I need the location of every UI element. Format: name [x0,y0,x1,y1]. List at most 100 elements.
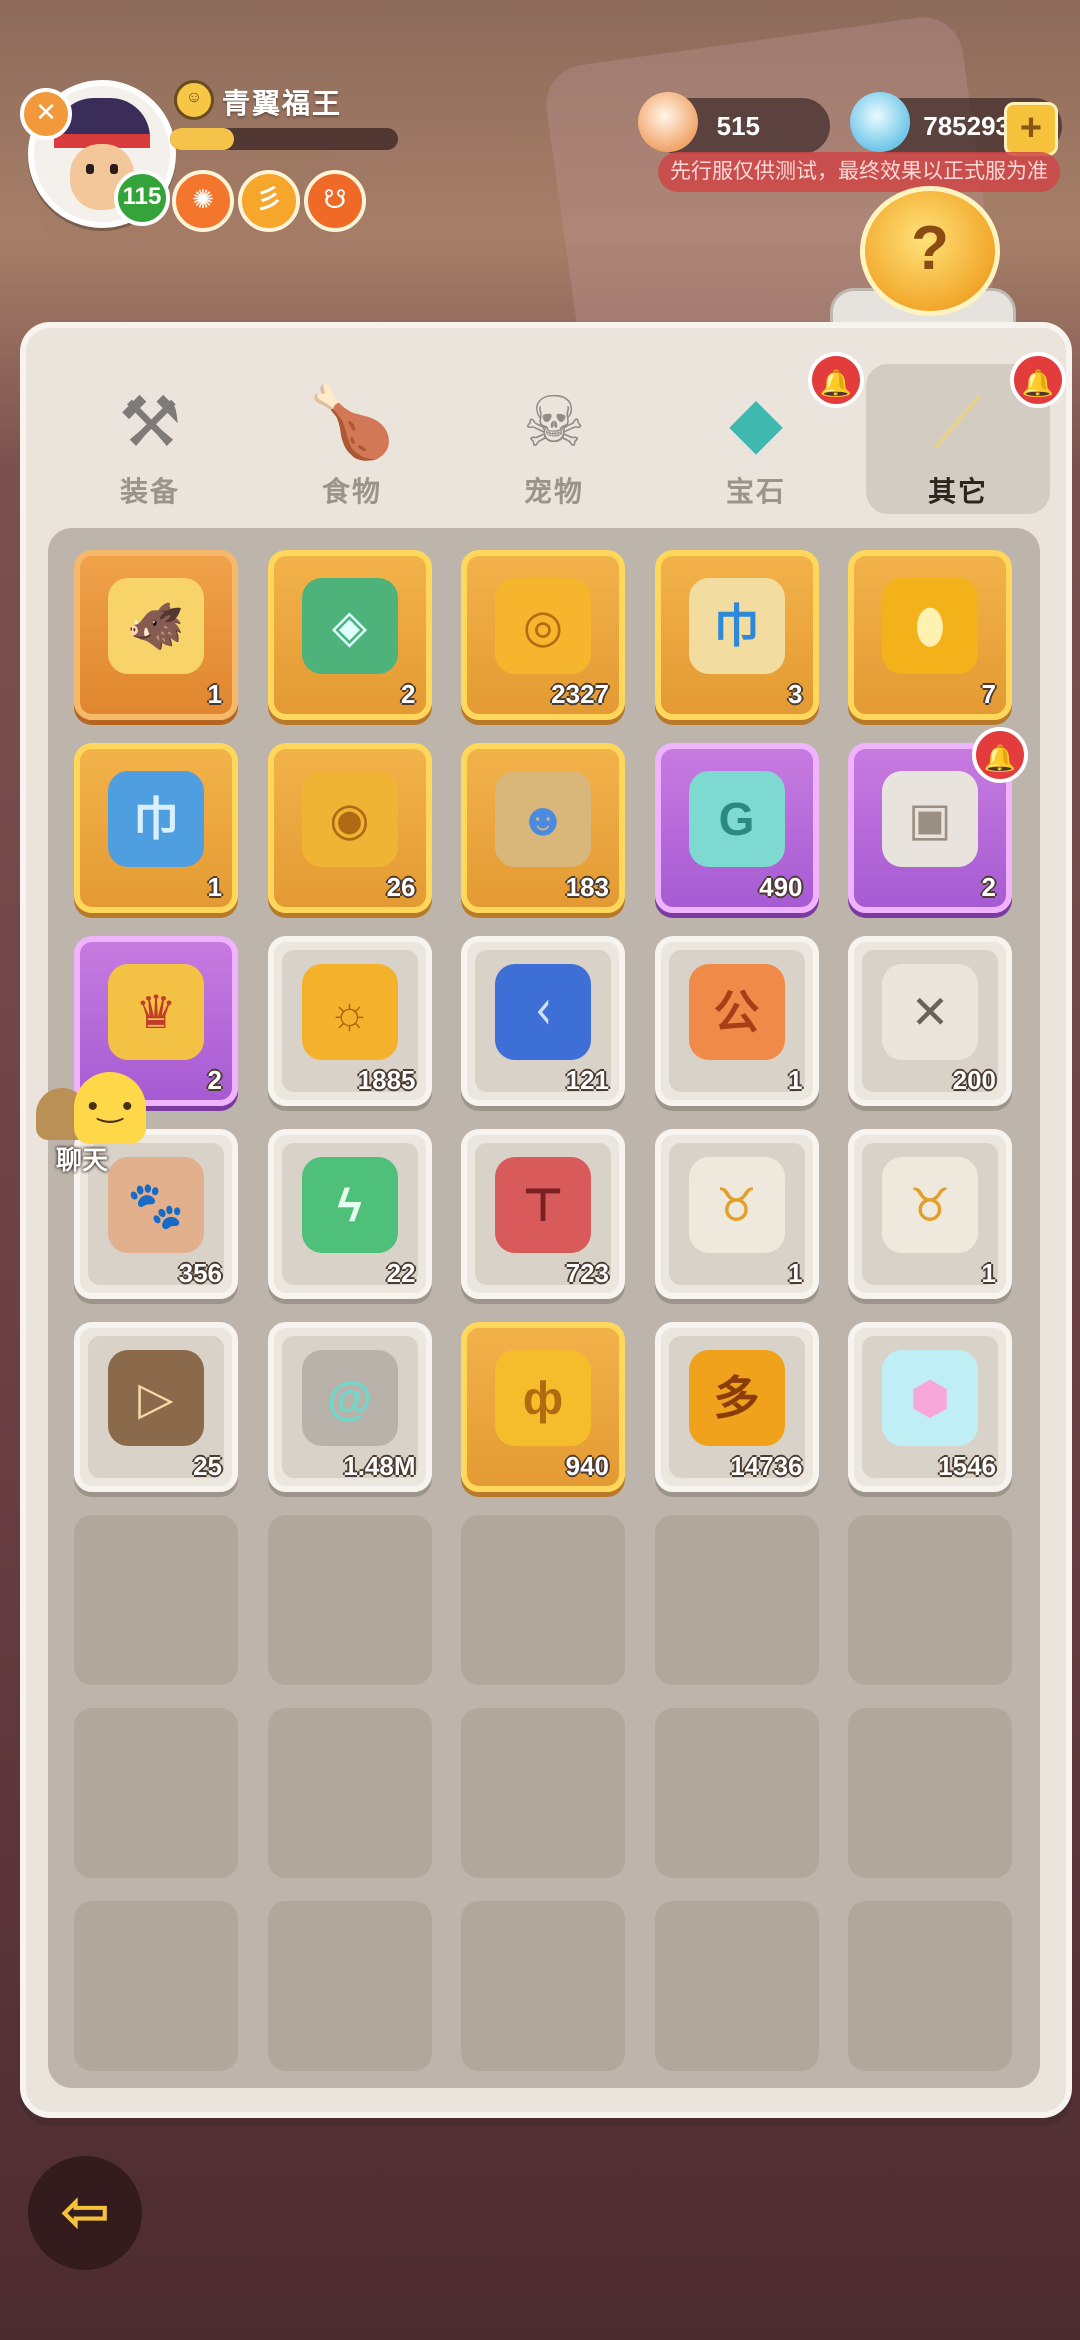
inventory-item[interactable]: 巾1 [74,743,238,913]
sun-coin-icon: ☼ [301,963,398,1060]
inventory-item[interactable]: @1.48M [267,1322,432,1492]
tab-label: 宠物 [523,476,584,507]
inventory-item[interactable]: ☼ 1885 [267,936,432,1106]
orange-scroll-icon: 公 [688,963,785,1060]
tab-label: 装备 [119,476,180,507]
item-count: 1 [788,1065,803,1095]
empty-slot [654,1515,819,1685]
red-hammer-ticket-icon: ⊤ [495,1156,591,1253]
horned-chest-icon: ♛ [108,963,204,1060]
item-count: 121 [565,1065,609,1095]
inventory-item[interactable]: 🐗 1 [74,550,238,720]
inventory-item[interactable]: ▷ 25 [74,1322,238,1492]
inventory-item[interactable]: 多 14736 [654,1322,819,1492]
item-count: 2 [401,679,416,709]
gold-coin-icon: ф [495,1349,591,1446]
item-count: 1 [981,1258,996,1288]
avatar-eye [86,164,94,174]
inventory-item[interactable]: 巾3 [654,550,819,720]
shell-currency[interactable]: 515 [638,92,830,154]
item-count: 2327 [551,679,609,709]
horn-card-icon: ♉ [688,1156,785,1253]
title-icon: ☺ [174,80,214,120]
item-count: 1546 [938,1451,996,1481]
inventory-item[interactable]: ⊤ 723 [461,1129,625,1299]
inventory-item[interactable]: ◈ 2 [267,550,432,720]
empty-slot [267,1515,432,1685]
bone-icon: ⟋ [933,383,983,461]
item-count: 22 [386,1258,416,1288]
item-count: 723 [565,1258,609,1288]
star-coin-icon: 多 [688,1349,785,1446]
teal-ticket-icon: G [688,770,785,867]
white-chest-icon: ▣ [882,770,978,867]
item-count: 1 [788,1258,803,1288]
chat-label: 聊天 [56,1145,109,1175]
empty-slot [848,1708,1012,1878]
item-count: 1 [207,679,222,709]
buff-icon[interactable]: ✺ [172,170,234,232]
amber-egg-icon: ⬮ [882,577,978,674]
inventory-item[interactable]: ◎ 2327 [461,550,625,720]
inventory-item[interactable]: ⬢ 1546 [848,1322,1012,1492]
tab-label: 其它 [927,476,988,507]
pet-pair-icon: ✕ [20,88,72,140]
diamond-currency[interactable]: 785293 + [850,92,1062,156]
buff-icon[interactable]: ☋ [304,170,366,232]
inventory-item[interactable]: ▣ 2 🔔 [848,727,1028,913]
green-ticket-icon: ϟ [301,1156,398,1253]
inventory-item[interactable]: ϟ 22 [267,1129,432,1299]
crystal-bag-icon: ◈ [301,577,398,674]
item-count: 14736 [730,1451,803,1481]
horn-card-icon: ♉ [882,1156,978,1253]
inventory-item[interactable]: ✕ 200 [848,936,1012,1106]
item-count: 356 [178,1258,222,1288]
item-count: 940 [565,1451,609,1481]
empty-slot [74,1901,238,2071]
question-coin-icon[interactable]: ? [860,186,1000,316]
item-count: 490 [759,872,803,902]
player-name: 青翼福王 [222,88,343,119]
tab-4[interactable]: ◆ 宝石 🔔 [664,352,864,514]
inventory-item[interactable]: ᚲ 121 [461,936,625,1106]
gem-icon: ◆ [729,383,783,461]
item-count: 3 [788,679,803,709]
rainbow-crystal-icon: ⬢ [882,1349,978,1446]
inventory-item[interactable]: ☻ 183 [461,743,625,913]
tab-3[interactable]: ☠ 宠物 [462,364,646,514]
exp-bar [170,128,398,150]
inventory-item[interactable]: ♉ 1 [848,1129,1012,1299]
empty-slot [267,1708,432,1878]
boar-crystal-icon: 🐗 [108,577,204,674]
tab-5[interactable]: ⟋ 其它 🔔 [866,352,1066,514]
stone-dice-icon: ✕ [882,963,978,1060]
item-count: 2 [207,1065,222,1095]
notification-bell-icon: 🔔 [972,727,1028,783]
empty-slot [654,1901,819,2071]
test-server-notice: 先行服仅供测试，最终效果以正式服为准 [658,152,1060,192]
add-currency-button[interactable]: + [1004,102,1058,156]
tab-1[interactable]: ⚒ 装备 [58,364,242,514]
inventory-item[interactable]: ф 940 [461,1322,625,1492]
empty-slot [848,1515,1012,1685]
equipment-icon: ⚒ [118,383,182,461]
inventory-item[interactable]: ⬮ 7 [848,550,1012,720]
diamond-icon [850,92,910,152]
food-icon: 🍗 [308,383,396,461]
inventory-item[interactable]: 公1 [654,936,819,1106]
item-count: 200 [952,1065,996,1095]
empty-slot [74,1708,238,1878]
tab-label: 食物 [321,476,382,507]
inventory-item[interactable]: ◉ 26 [267,743,432,913]
buff-icon[interactable]: 彡 [238,170,300,232]
back-button[interactable]: ⇦ [28,2156,142,2270]
spiral-stone-icon: @ [301,1349,398,1446]
inventory-item[interactable]: ♉ 1 [654,1129,819,1299]
empty-slot [461,1708,625,1878]
chat-button[interactable]: •‿• 聊天 [36,1064,146,1175]
inventory-item[interactable]: G 490 [654,743,819,913]
tab-2[interactable]: 🍗 食物 [260,364,444,514]
blue-scroll-icon: 巾 [688,577,785,674]
diamond-value: 785293 [923,111,1010,141]
empty-slot [461,1901,625,2071]
